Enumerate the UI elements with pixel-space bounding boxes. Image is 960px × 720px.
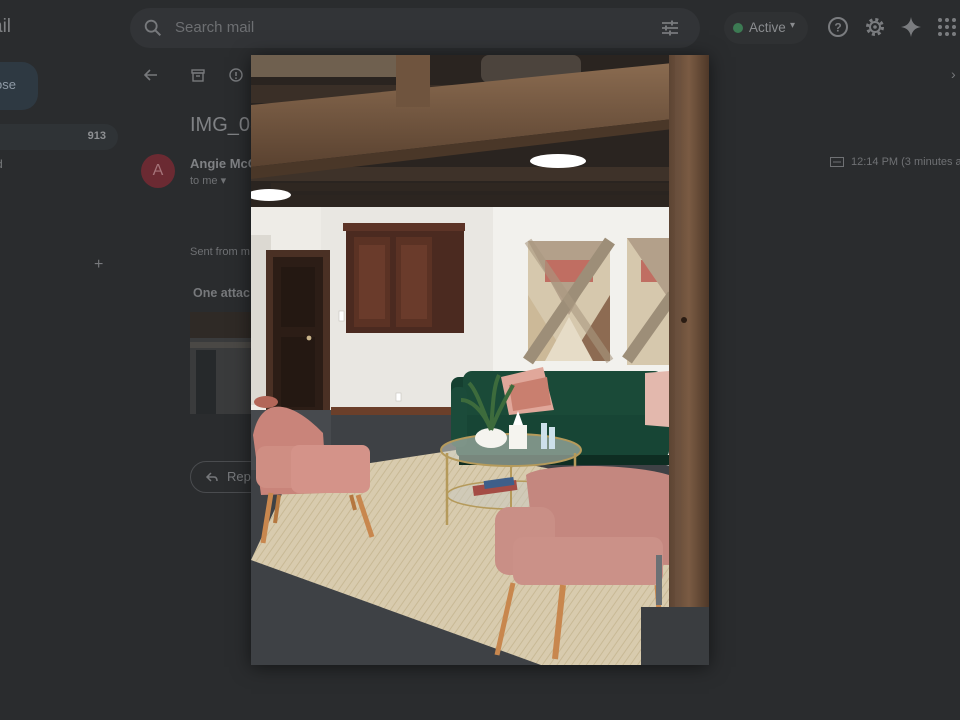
reply-arrow-icon: [205, 472, 218, 482]
archive-icon[interactable]: [190, 67, 206, 83]
message-timestamp: 12:14 PM (3 minutes ago): [851, 156, 960, 168]
sidebar-item-label[interactable]: d: [0, 157, 3, 171]
wall-art-right: [622, 238, 678, 365]
sidebar-item-inbox[interactable]: 913: [0, 124, 118, 150]
thumbnail-shade: [190, 312, 251, 338]
compose-button[interactable]: ose: [0, 62, 38, 110]
label-icon: [830, 157, 844, 167]
attachment-image-preview[interactable]: [251, 55, 709, 665]
tune-icon[interactable]: [660, 18, 680, 38]
thumbnail-shade: [196, 350, 216, 414]
recipient-line[interactable]: to me ▾: [190, 174, 226, 187]
inbox-unread-count: 913: [87, 130, 106, 142]
help-icon[interactable]: ?: [826, 15, 850, 39]
search-input[interactable]: Search mail: [175, 19, 254, 36]
report-spam-icon[interactable]: [228, 67, 244, 83]
search-bar[interactable]: Search mail: [130, 8, 700, 48]
chevron-right-icon[interactable]: ›: [951, 66, 956, 82]
add-label-plus-icon[interactable]: +: [94, 256, 103, 274]
thumbnail-shade: [190, 342, 251, 348]
gear-icon[interactable]: [863, 15, 887, 39]
avatar[interactable]: A: [141, 154, 175, 188]
message-body: Sent from m: [190, 246, 250, 258]
status-dropdown[interactable]: Active ▾: [724, 12, 808, 44]
compose-label: ose: [0, 77, 16, 92]
status-label: Active: [749, 20, 786, 35]
gemini-icon[interactable]: [899, 15, 923, 39]
recipient-label: to me: [190, 175, 218, 187]
attachments-title: One attac: [193, 286, 250, 300]
status-dot: [733, 23, 743, 33]
gmail-logo-text: ail: [0, 16, 12, 37]
attachment-thumbnail[interactable]: [190, 312, 251, 414]
chevron-down-icon: ▾: [790, 20, 796, 31]
apps-grid-icon[interactable]: [935, 15, 959, 39]
reply-label: Rep: [227, 469, 251, 484]
sender-name[interactable]: Angie McC: [190, 156, 257, 171]
back-arrow-icon[interactable]: [143, 67, 159, 83]
search-icon[interactable]: [142, 17, 164, 39]
svg-text:?: ?: [834, 21, 841, 35]
top-bar: ail Search mail Active ▾ ?: [0, 0, 960, 56]
wall-art-left: [523, 237, 615, 365]
lounge-photo: [251, 55, 709, 665]
